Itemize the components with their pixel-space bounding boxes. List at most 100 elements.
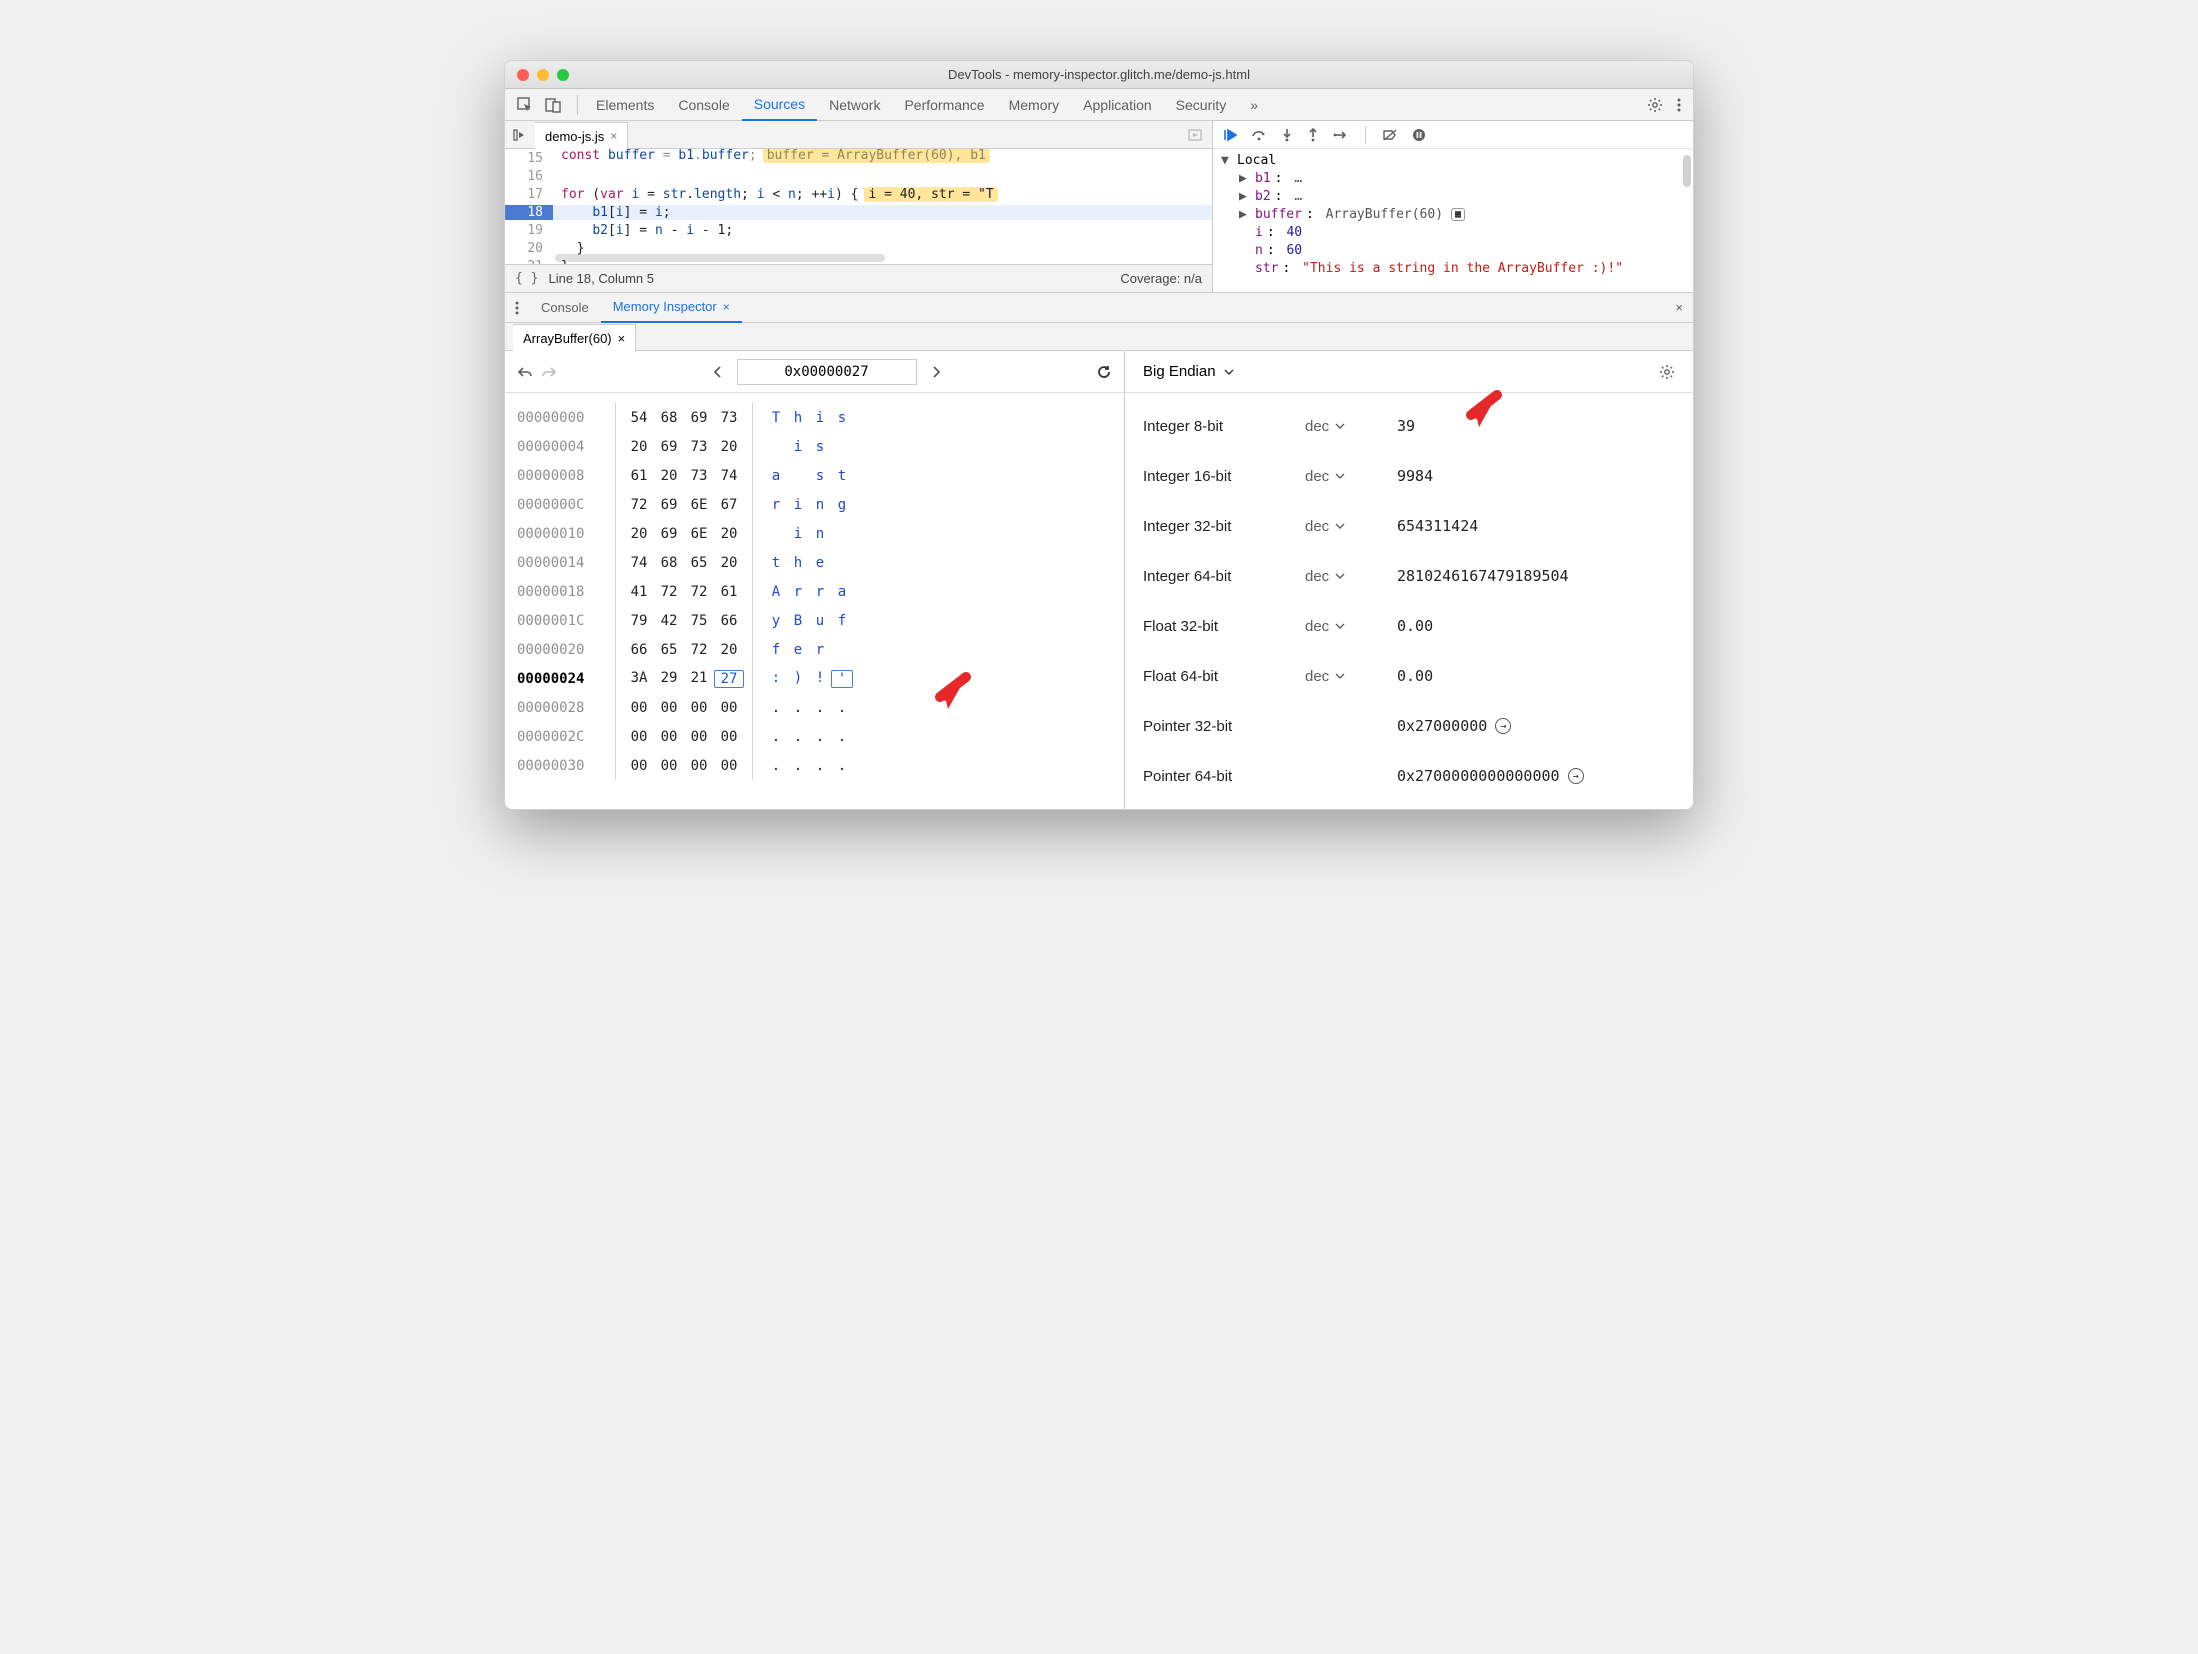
redo-icon[interactable] [541, 365, 557, 379]
scope-variable[interactable]: ▶buffer: ArrayBuffer(60)▦ [1221, 205, 1685, 223]
hex-byte[interactable]: 00 [684, 700, 714, 716]
refresh-icon[interactable] [1096, 364, 1112, 380]
hex-byte[interactable]: 00 [714, 729, 744, 745]
value-mode-selector[interactable]: dec [1305, 468, 1385, 485]
ascii-char[interactable]: . [765, 729, 787, 745]
ascii-char[interactable]: i [787, 526, 809, 542]
ascii-char[interactable]: e [809, 555, 831, 571]
hex-byte[interactable]: 66 [624, 642, 654, 658]
file-tab-demo-js[interactable]: demo-js.js × [535, 122, 628, 150]
hex-byte[interactable]: 72 [684, 584, 714, 600]
ascii-char[interactable]: ! [809, 670, 831, 688]
ascii-char[interactable] [831, 555, 853, 571]
ascii-char[interactable] [765, 526, 787, 542]
hex-byte[interactable]: 20 [714, 642, 744, 658]
tab-performance[interactable]: Performance [892, 89, 996, 121]
prev-address-icon[interactable] [713, 365, 723, 379]
scope-variable[interactable]: i: 40 [1221, 223, 1685, 241]
hex-row[interactable]: 0000003000000000.... [517, 751, 1112, 780]
ascii-char[interactable]: . [809, 729, 831, 745]
close-tab-icon[interactable]: × [610, 129, 617, 143]
hex-byte[interactable]: 72 [624, 497, 654, 513]
ascii-char[interactable]: u [809, 613, 831, 629]
step-into-icon[interactable] [1281, 128, 1293, 142]
undo-icon[interactable] [517, 365, 533, 379]
step-icon[interactable] [1333, 128, 1349, 142]
hex-row[interactable]: 0000002800000000.... [517, 693, 1112, 722]
ascii-char[interactable]: i [809, 410, 831, 426]
ascii-char[interactable]: . [765, 758, 787, 774]
ascii-char[interactable] [831, 526, 853, 542]
value-mode-selector[interactable]: dec [1305, 418, 1385, 435]
code-editor[interactable]: 15const buffer = b1.buffer;buffer = Arra… [505, 149, 1212, 264]
ascii-char[interactable]: r [765, 497, 787, 513]
scope-variable[interactable]: n: 60 [1221, 241, 1685, 259]
vertical-scrollbar[interactable] [1683, 155, 1691, 187]
hex-row[interactable]: 0000000861207374a st [517, 461, 1112, 490]
hex-byte[interactable]: 27 [714, 670, 744, 688]
jump-to-address-icon[interactable]: → [1568, 768, 1584, 784]
hex-byte[interactable]: 69 [654, 497, 684, 513]
hex-byte[interactable]: 72 [654, 584, 684, 600]
hex-byte[interactable]: 00 [654, 758, 684, 774]
ascii-char[interactable]: i [787, 497, 809, 513]
code-line[interactable]: 18 b1[i] = i; [505, 203, 1212, 221]
ascii-char[interactable]: ' [831, 670, 853, 688]
hex-byte[interactable]: 61 [714, 584, 744, 600]
ascii-char[interactable] [787, 468, 809, 484]
hex-byte[interactable]: 20 [624, 526, 654, 542]
tab-network[interactable]: Network [817, 89, 892, 121]
scope-local-header[interactable]: ▼Local [1221, 151, 1685, 169]
ascii-char[interactable]: s [809, 439, 831, 455]
hex-row[interactable]: 0000002066657220fer [517, 635, 1112, 664]
resume-icon[interactable] [1223, 128, 1237, 142]
ascii-char[interactable]: s [809, 468, 831, 484]
hex-byte[interactable]: 20 [624, 439, 654, 455]
kebab-icon[interactable] [1677, 97, 1681, 113]
ascii-char[interactable]: . [809, 758, 831, 774]
gear-icon[interactable] [1647, 97, 1663, 113]
hex-byte[interactable]: 00 [654, 700, 684, 716]
hex-byte[interactable]: 00 [624, 700, 654, 716]
hex-byte[interactable]: 6E [684, 497, 714, 513]
tab-memory[interactable]: Memory [997, 89, 1072, 121]
memory-tab-arraybuffer[interactable]: ArrayBuffer(60) × [513, 324, 636, 352]
hex-byte[interactable]: 00 [624, 758, 654, 774]
hex-byte[interactable]: 65 [684, 555, 714, 571]
ascii-char[interactable]: t [831, 468, 853, 484]
next-address-icon[interactable] [931, 365, 941, 379]
hex-row[interactable]: 0000001020696E20 in [517, 519, 1112, 548]
ascii-char[interactable]: r [809, 642, 831, 658]
pause-exceptions-icon[interactable] [1412, 128, 1426, 142]
tab-application[interactable]: Application [1071, 89, 1164, 121]
step-out-icon[interactable] [1307, 128, 1319, 142]
ascii-char[interactable]: . [787, 700, 809, 716]
hex-row[interactable]: 0000000420697320 is [517, 432, 1112, 461]
value-mode-selector[interactable]: dec [1305, 518, 1385, 535]
hex-byte[interactable]: 6E [684, 526, 714, 542]
ascii-char[interactable]: T [765, 410, 787, 426]
hex-byte[interactable]: 41 [624, 584, 654, 600]
ascii-char[interactable]: ) [787, 670, 809, 688]
ascii-char[interactable]: t [765, 555, 787, 571]
ascii-char[interactable]: f [765, 642, 787, 658]
hex-byte[interactable]: 73 [684, 439, 714, 455]
hex-row[interactable]: 0000000C72696E67ring [517, 490, 1112, 519]
hex-byte[interactable]: 75 [684, 613, 714, 629]
address-input[interactable] [737, 359, 917, 385]
tab-security[interactable]: Security [1164, 89, 1239, 121]
hex-byte[interactable]: 67 [714, 497, 744, 513]
close-tab-icon[interactable]: × [723, 300, 730, 314]
value-mode-selector[interactable]: dec [1305, 668, 1385, 685]
ascii-char[interactable] [831, 642, 853, 658]
ascii-char[interactable]: e [787, 642, 809, 658]
device-toolbar-icon[interactable] [545, 97, 561, 113]
ascii-char[interactable]: . [787, 758, 809, 774]
ascii-char[interactable]: i [787, 439, 809, 455]
hex-row[interactable]: 0000001C79427566yBuf [517, 606, 1112, 635]
deactivate-breakpoints-icon[interactable] [1382, 128, 1398, 142]
hex-byte[interactable]: 68 [654, 410, 684, 426]
drawer-kebab-icon[interactable] [505, 300, 529, 316]
drawer-tab-console[interactable]: Console [529, 293, 601, 323]
ascii-char[interactable]: y [765, 613, 787, 629]
